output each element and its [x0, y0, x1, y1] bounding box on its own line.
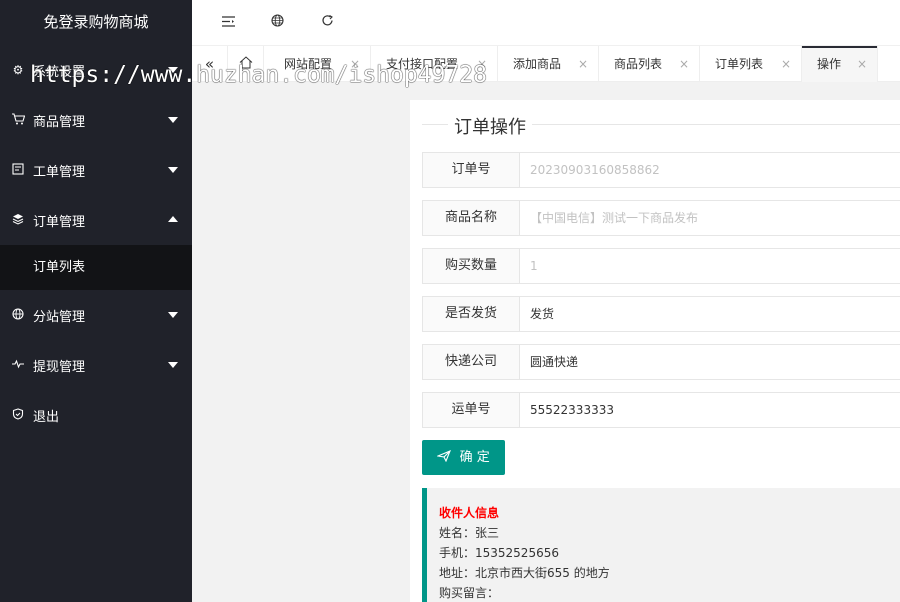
courier-row: 快递公司 圆通快递: [422, 344, 900, 380]
tracking-no-label: 运单号: [422, 392, 520, 428]
confirm-label: 确 定: [459, 450, 490, 465]
recipient-info: 收件人信息 姓名：张三 手机：15352525656 地址：北京市西大街655 …: [422, 488, 900, 602]
cart-icon: [10, 112, 26, 128]
tab-product-list[interactable]: 商品列表 ×: [599, 46, 700, 82]
close-icon[interactable]: ×: [350, 46, 360, 82]
sidebar-item-label: 工单管理: [33, 164, 86, 180]
sidebar-item-label: 分站管理: [33, 309, 86, 325]
gear-icon: ⚙: [12, 63, 24, 77]
courier-label: 快递公司: [422, 344, 520, 380]
sidebar-item-label: 退出: [33, 409, 60, 425]
recipient-title: 收件人信息: [439, 506, 500, 520]
sidebar-item-withdrawals[interactable]: 提现管理: [0, 340, 192, 390]
sidebar: 免登录购物商城 ⚙ 系统设置 商品管理 工单管理 订单管理 订单列表 分站管理: [0, 0, 192, 602]
tab-label: 操作: [817, 57, 842, 71]
tab-payment-config[interactable]: 支付接口配置 ×: [371, 46, 498, 82]
tab-operation[interactable]: 操作 ×: [802, 46, 878, 82]
ticket-icon: [10, 162, 26, 178]
close-icon[interactable]: ×: [477, 46, 487, 82]
order-no-row: 订单号 20230903160858862: [422, 152, 900, 188]
tab-label: 商品列表: [614, 57, 663, 71]
refresh-icon[interactable]: [317, 12, 337, 32]
courier-select[interactable]: 圆通快递: [519, 344, 900, 380]
confirm-button[interactable]: 确 定: [422, 440, 505, 475]
product-name-label: 商品名称: [422, 200, 520, 236]
sidebar-item-system-settings[interactable]: ⚙ 系统设置: [0, 45, 192, 95]
form-legend: 订单操作: [422, 113, 900, 139]
recipient-note: 购买留言：: [439, 586, 500, 600]
product-name-field[interactable]: 【中国电信】测试一下商品发布: [519, 200, 900, 236]
page-title: 订单操作: [448, 113, 532, 139]
product-name-row: 商品名称 【中国电信】测试一下商品发布: [422, 200, 900, 236]
sidebar-item-label: 订单管理: [33, 214, 86, 230]
close-icon[interactable]: ×: [857, 46, 867, 82]
tab-label: 网站配置: [284, 57, 333, 71]
chevron-down-icon: [168, 117, 178, 123]
shield-icon: [10, 407, 26, 423]
close-icon[interactable]: ×: [679, 46, 689, 82]
close-icon[interactable]: ×: [781, 46, 791, 82]
home-icon[interactable]: [228, 46, 264, 82]
pulse-icon: [10, 358, 26, 373]
shipped-select[interactable]: 发货: [519, 296, 900, 332]
shipped-row: 是否发货 发货: [422, 296, 900, 332]
chevron-down-icon: [168, 362, 178, 368]
quantity-row: 购买数量 1: [422, 248, 900, 284]
tab-label: 添加商品: [513, 57, 562, 71]
order-operation-panel: 订单操作 订单号 20230903160858862 商品名称 【中国电信】测试…: [410, 100, 900, 602]
top-header: [192, 0, 900, 45]
tab-add-product[interactable]: 添加商品 ×: [498, 46, 599, 82]
chevron-down-icon: [168, 312, 178, 318]
layers-icon: [10, 213, 26, 228]
sidebar-item-label: 商品管理: [33, 114, 86, 130]
sidebar-item-label: 提现管理: [33, 359, 86, 375]
sidebar-item-products[interactable]: 商品管理: [0, 95, 192, 145]
recipient-address: 地址：北京市西大街655 的地方: [439, 566, 610, 580]
tracking-no-input[interactable]: 55522333333: [519, 392, 900, 428]
tab-label: 订单列表: [715, 57, 764, 71]
tab-label: 支付接口配置: [386, 57, 459, 71]
shipped-label: 是否发货: [422, 296, 520, 332]
tab-scroll-left-icon[interactable]: «: [192, 46, 228, 82]
chevron-down-icon: [168, 167, 178, 173]
sidebar-item-substations[interactable]: 分站管理: [0, 290, 192, 340]
chevron-up-icon: [168, 216, 178, 222]
globe-icon: [10, 307, 26, 323]
sidebar-item-label: 系统设置: [33, 64, 86, 80]
app-title: 免登录购物商城: [0, 0, 192, 45]
globe-icon[interactable]: [267, 12, 287, 32]
recipient-name: 姓名：张三: [439, 526, 500, 540]
chevron-down-icon: [168, 67, 178, 73]
tab-order-list[interactable]: 订单列表 ×: [700, 46, 802, 82]
legend-divider: [532, 124, 900, 125]
send-icon: [436, 449, 455, 465]
sidebar-item-orders[interactable]: 订单管理: [0, 195, 192, 245]
tracking-no-row: 运单号 55522333333: [422, 392, 900, 428]
tab-bar: « 网站配置 × 支付接口配置 × 添加商品 × 商品列表 × 订单列表 × 操作 ×: [192, 45, 900, 82]
quantity-label: 购买数量: [422, 248, 520, 284]
sidebar-item-logout[interactable]: 退出: [0, 390, 192, 440]
menu-toggle-icon[interactable]: [218, 12, 238, 32]
tab-site-config[interactable]: 网站配置 ×: [269, 46, 371, 82]
close-icon[interactable]: ×: [578, 46, 588, 82]
order-no-field[interactable]: 20230903160858862: [519, 152, 900, 188]
quantity-field[interactable]: 1: [519, 248, 900, 284]
sidebar-subitem-order-list[interactable]: 订单列表: [0, 245, 192, 290]
recipient-phone: 手机：15352525656: [439, 546, 559, 560]
order-no-label: 订单号: [422, 152, 520, 188]
sidebar-item-tickets[interactable]: 工单管理: [0, 145, 192, 195]
